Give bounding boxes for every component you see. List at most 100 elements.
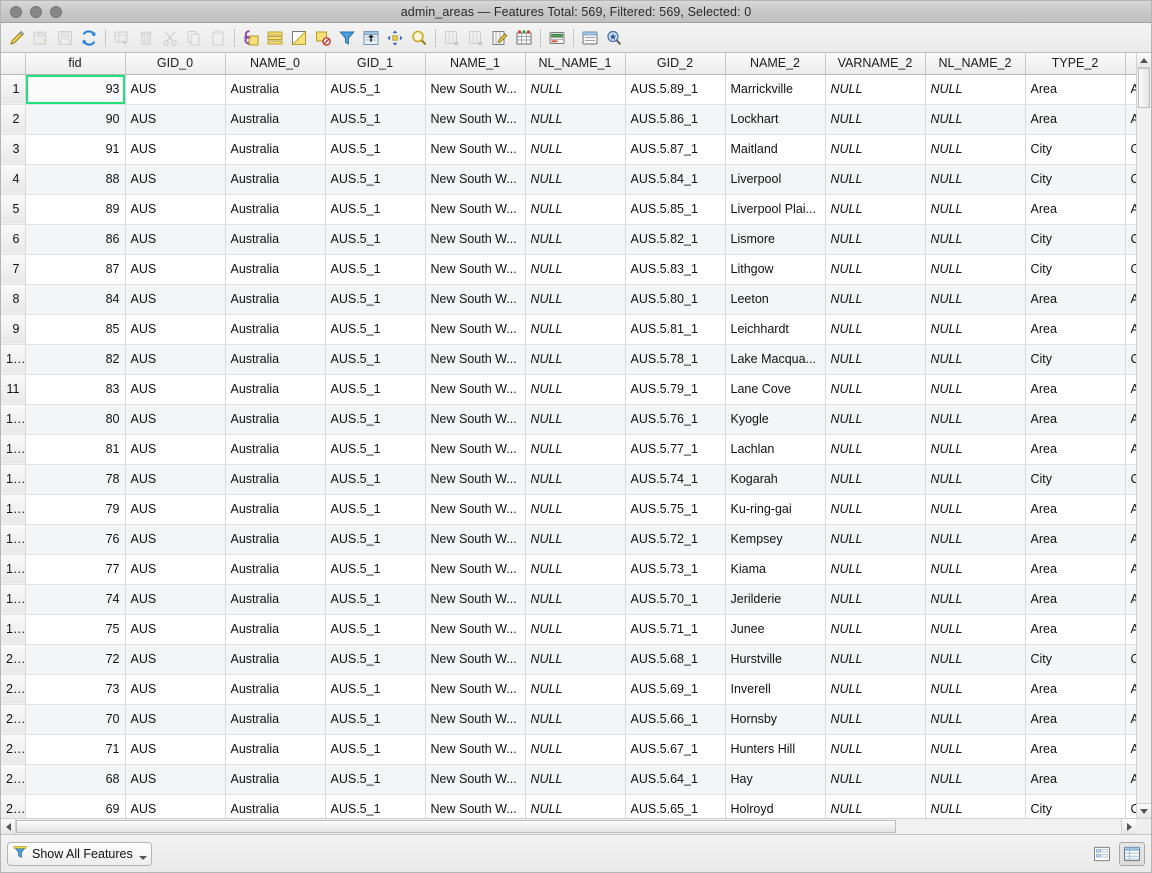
- cell-gid_2[interactable]: AUS.5.72_1: [625, 524, 726, 555]
- cell-name_0[interactable]: Australia: [225, 314, 326, 345]
- cell-type_2[interactable]: City: [1025, 134, 1126, 165]
- cell-varname_2[interactable]: NULL: [825, 434, 926, 465]
- cell-nl_name_1[interactable]: NULL: [525, 524, 626, 555]
- cell-gid_0[interactable]: AUS: [125, 134, 226, 165]
- cell-gid_0[interactable]: AUS: [125, 434, 226, 465]
- cell-gid_1[interactable]: AUS.5_1: [325, 704, 426, 735]
- cell-name_2[interactable]: Lane Cove: [725, 374, 826, 405]
- cell-varname_2[interactable]: NULL: [825, 644, 926, 675]
- cell-nl_name_1[interactable]: NULL: [525, 674, 626, 705]
- cell-engtype_2[interactable]: Ar: [1125, 314, 1136, 345]
- cell-name_2[interactable]: Junee: [725, 614, 826, 645]
- cell-name_2[interactable]: Ku-ring-gai: [725, 494, 826, 525]
- cell-name_0[interactable]: Australia: [225, 374, 326, 405]
- row-number-cell[interactable]: 3: [1, 134, 26, 165]
- cell-name_0[interactable]: Australia: [225, 284, 326, 315]
- vertical-scroll-thumb[interactable]: [1138, 68, 1150, 108]
- cell-fid[interactable]: 72: [25, 644, 126, 675]
- table-row[interactable]: 22 70 AUS Australia AUS.5_1 New South W... NUL…: [1, 704, 1136, 735]
- cell-name_0[interactable]: Australia: [225, 794, 326, 818]
- cell-nl_name_1[interactable]: NULL: [525, 224, 626, 255]
- table-row[interactable]: 8 84 AUS Australia AUS.5_1 New South W... NULL…: [1, 284, 1136, 315]
- cell-gid_1[interactable]: AUS.5_1: [325, 254, 426, 285]
- cell-engtype_2[interactable]: Ar: [1125, 194, 1136, 225]
- cell-engtype_2[interactable]: Ci: [1125, 794, 1136, 818]
- cell-varname_2[interactable]: NULL: [825, 494, 926, 525]
- cell-name_1[interactable]: New South W...: [425, 224, 526, 255]
- column-header-nl_name_2[interactable]: NL_NAME_2: [925, 53, 1026, 75]
- row-number-cell[interactable]: 10: [1, 344, 26, 375]
- cell-gid_0[interactable]: AUS: [125, 164, 226, 195]
- horizontal-scroll-thumb[interactable]: [16, 820, 896, 833]
- cell-gid_0[interactable]: AUS: [125, 734, 226, 765]
- column-header-gid_1[interactable]: GID_1: [325, 53, 426, 75]
- cell-nl_name_2[interactable]: NULL: [925, 404, 1026, 435]
- table-row[interactable]: 5 89 AUS Australia AUS.5_1 New South W... NULL…: [1, 194, 1136, 225]
- cell-nl_name_1[interactable]: NULL: [525, 164, 626, 195]
- cell-name_2[interactable]: Lithgow: [725, 254, 826, 285]
- cell-gid_2[interactable]: AUS.5.68_1: [625, 644, 726, 675]
- cell-engtype_2[interactable]: Ar: [1125, 104, 1136, 135]
- cell-name_0[interactable]: Australia: [225, 74, 326, 105]
- cell-gid_1[interactable]: AUS.5_1: [325, 224, 426, 255]
- cell-fid[interactable]: 83: [25, 374, 126, 405]
- cell-name_1[interactable]: New South W...: [425, 794, 526, 818]
- cell-varname_2[interactable]: NULL: [825, 344, 926, 375]
- cell-varname_2[interactable]: NULL: [825, 704, 926, 735]
- cell-gid_0[interactable]: AUS: [125, 254, 226, 285]
- cell-gid_1[interactable]: AUS.5_1: [325, 764, 426, 795]
- row-number-cell[interactable]: 12: [1, 404, 26, 435]
- vertical-scroll-track[interactable]: [1137, 68, 1151, 803]
- close-button[interactable]: [10, 5, 22, 18]
- table-row[interactable]: 1 93 AUS Australia AUS.5_1 New South W... NULL…: [1, 74, 1136, 105]
- cell-name_1[interactable]: New South W...: [425, 464, 526, 495]
- cell-gid_1[interactable]: AUS.5_1: [325, 464, 426, 495]
- cell-name_1[interactable]: New South W...: [425, 284, 526, 315]
- cell-nl_name_2[interactable]: NULL: [925, 164, 1026, 195]
- cell-name_2[interactable]: Leeton: [725, 284, 826, 315]
- cell-nl_name_1[interactable]: NULL: [525, 614, 626, 645]
- cell-type_2[interactable]: Area: [1025, 494, 1126, 525]
- row-number-cell[interactable]: 4: [1, 164, 26, 195]
- cell-gid_2[interactable]: AUS.5.78_1: [625, 344, 726, 375]
- show-all-features-button[interactable]: Show All Features: [7, 841, 152, 866]
- cell-fid[interactable]: 89: [25, 194, 126, 225]
- invert-selection-icon[interactable]: [287, 26, 311, 50]
- cell-name_1[interactable]: New South W...: [425, 524, 526, 555]
- column-header-name_0[interactable]: NAME_0: [225, 53, 326, 75]
- cell-nl_name_1[interactable]: NULL: [525, 494, 626, 525]
- cell-nl_name_2[interactable]: NULL: [925, 614, 1026, 645]
- cell-name_1[interactable]: New South W...: [425, 254, 526, 285]
- cell-fid[interactable]: 69: [25, 794, 126, 818]
- cell-name_2[interactable]: Inverell: [725, 674, 826, 705]
- cell-nl_name_1[interactable]: NULL: [525, 194, 626, 225]
- cell-gid_1[interactable]: AUS.5_1: [325, 584, 426, 615]
- cell-varname_2[interactable]: NULL: [825, 464, 926, 495]
- cell-name_1[interactable]: New South W...: [425, 494, 526, 525]
- cell-type_2[interactable]: Area: [1025, 374, 1126, 405]
- cell-gid_2[interactable]: AUS.5.70_1: [625, 584, 726, 615]
- cell-gid_2[interactable]: AUS.5.84_1: [625, 164, 726, 195]
- cell-gid_2[interactable]: AUS.5.82_1: [625, 224, 726, 255]
- cell-nl_name_2[interactable]: NULL: [925, 104, 1026, 135]
- column-header-varname_2[interactable]: VARNAME_2: [825, 53, 926, 75]
- cell-type_2[interactable]: City: [1025, 344, 1126, 375]
- cell-gid_2[interactable]: AUS.5.74_1: [625, 464, 726, 495]
- table-row[interactable]: 13 81 AUS Australia AUS.5_1 New South W... NUL…: [1, 434, 1136, 465]
- cell-name_0[interactable]: Australia: [225, 164, 326, 195]
- cell-varname_2[interactable]: NULL: [825, 164, 926, 195]
- cell-fid[interactable]: 70: [25, 704, 126, 735]
- filter-expression-icon[interactable]: [335, 26, 359, 50]
- cell-type_2[interactable]: Area: [1025, 104, 1126, 135]
- cell-name_1[interactable]: New South W...: [425, 404, 526, 435]
- cell-nl_name_2[interactable]: NULL: [925, 524, 1026, 555]
- table-row[interactable]: 19 75 AUS Australia AUS.5_1 New South W... NUL…: [1, 614, 1136, 645]
- cell-name_0[interactable]: Australia: [225, 344, 326, 375]
- cell-name_2[interactable]: Lockhart: [725, 104, 826, 135]
- table-row[interactable]: 16 76 AUS Australia AUS.5_1 New South W... NUL…: [1, 524, 1136, 555]
- row-number-cell[interactable]: 18: [1, 584, 26, 615]
- cell-gid_2[interactable]: AUS.5.71_1: [625, 614, 726, 645]
- cell-fid[interactable]: 74: [25, 584, 126, 615]
- cell-engtype_2[interactable]: Ci: [1125, 164, 1136, 195]
- cell-nl_name_1[interactable]: NULL: [525, 344, 626, 375]
